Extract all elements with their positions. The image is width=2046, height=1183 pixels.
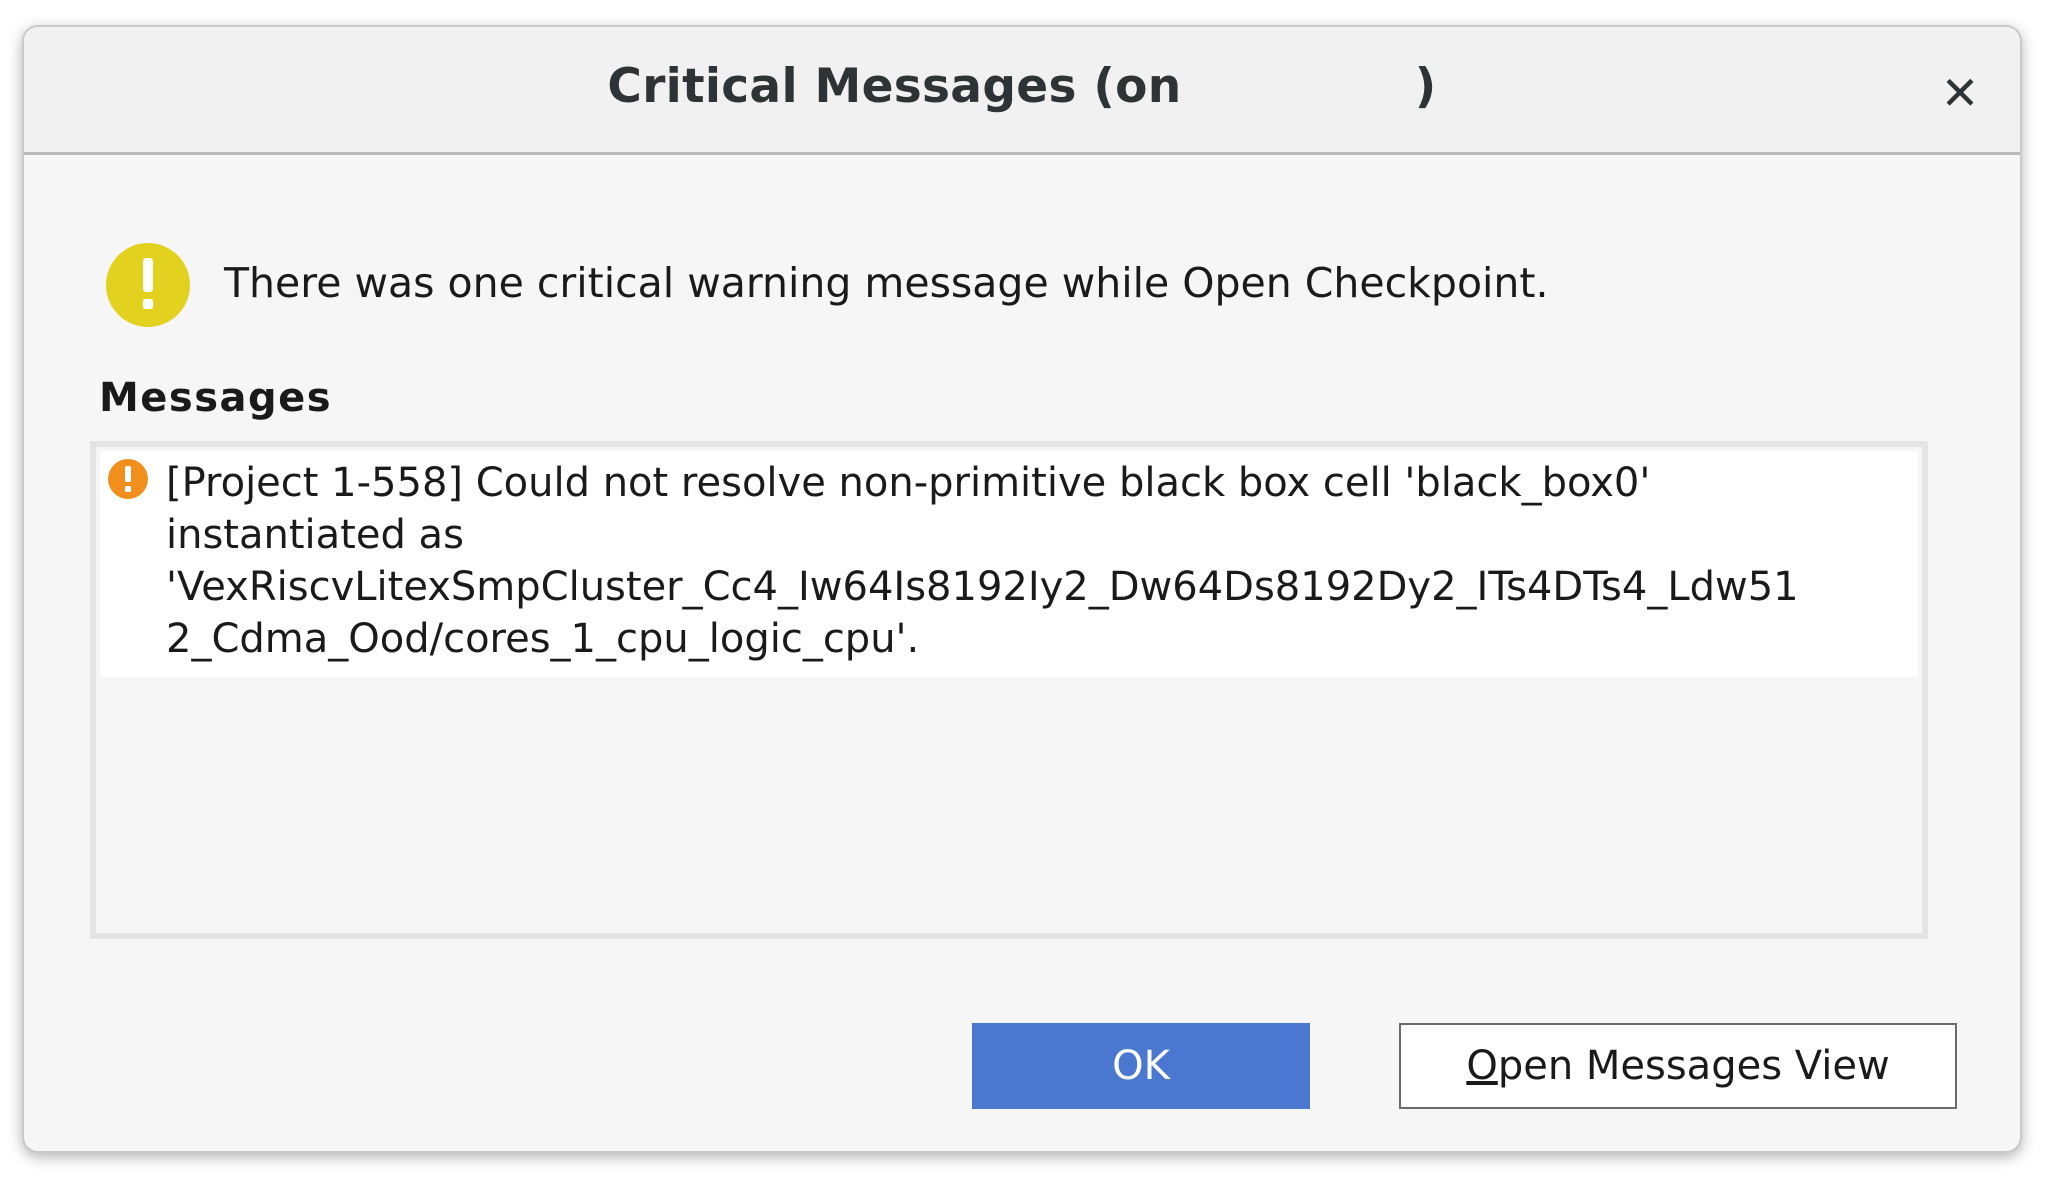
- list-item[interactable]: [Project 1-558] Could not resolve non-pr…: [100, 451, 1918, 677]
- close-button[interactable]: ✕: [1936, 66, 1984, 120]
- message-line: [Project 1-558] Could not resolve non-pr…: [166, 460, 1651, 506]
- close-icon: ✕: [1940, 66, 1980, 120]
- messages-list[interactable]: [Project 1-558] Could not resolve non-pr…: [90, 441, 1928, 939]
- dialog-title: Critical Messages (on ): [607, 59, 1437, 114]
- dialog-titlebar[interactable]: Critical Messages (on ) ✕: [24, 27, 2020, 155]
- warning-circle-icon: [106, 243, 190, 327]
- critical-messages-dialog: Critical Messages (on ) ✕ There was one …: [22, 25, 2022, 1153]
- button-label: pen Messages View: [1497, 1043, 1890, 1089]
- message-line: instantiated as: [166, 512, 464, 558]
- ok-button[interactable]: OK: [972, 1023, 1310, 1109]
- message-text[interactable]: [Project 1-558] Could not resolve non-pr…: [166, 457, 1886, 665]
- messages-heading: Messages: [99, 375, 333, 421]
- message-link[interactable]: 'VexRiscvLitexSmpCluster_Cc4_Iw64Is8192I…: [166, 561, 1886, 613]
- open-messages-view-button[interactable]: Open Messages View: [1399, 1023, 1957, 1109]
- critical-warning-icon: [108, 459, 148, 499]
- summary-text: There was one critical warning message w…: [224, 259, 1549, 307]
- message-link[interactable]: 2_Cdma_Ood/cores_1_cpu_logic_cpu'.: [166, 613, 1886, 665]
- mnemonic-letter: O: [1466, 1043, 1498, 1089]
